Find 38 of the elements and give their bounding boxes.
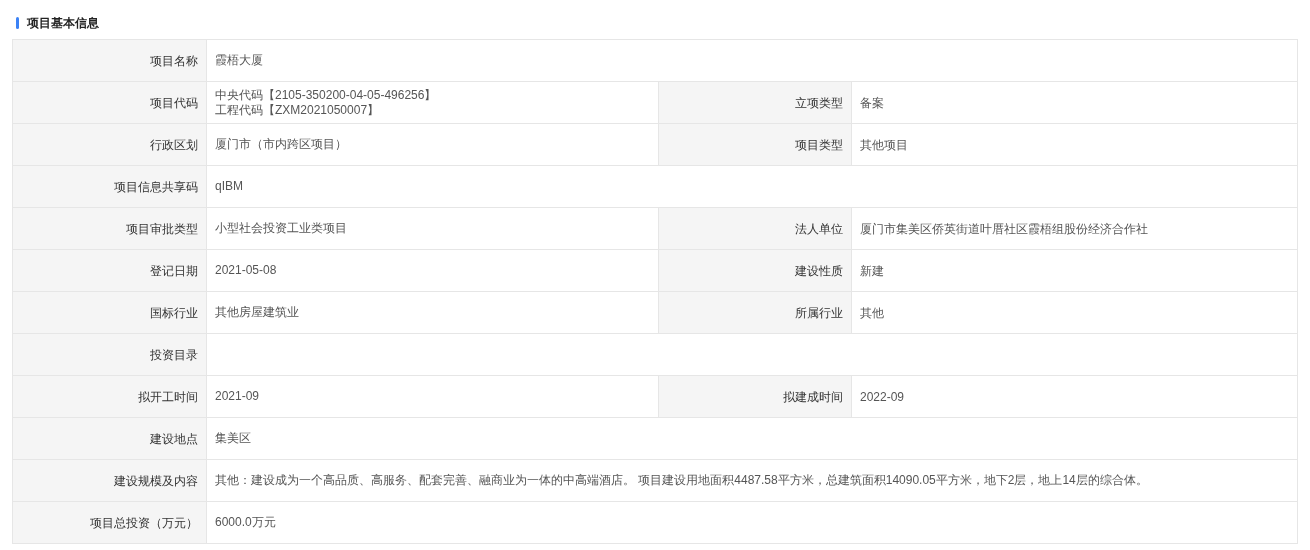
field-value: 2022-09 bbox=[860, 388, 905, 406]
field-label: 立项类型 bbox=[795, 94, 843, 112]
field-value: 其他：建设成为一个高品质、高服务、配套完善、融商业为一体的中高端酒店。 项目建设用地面积4487.58平方米，总建筑面积14090.05平方米，地下2层，地上14层的综合体。 bbox=[215, 473, 1149, 488]
field-label: 行政区划 bbox=[150, 136, 198, 154]
field-label: 项目代码 bbox=[150, 94, 198, 112]
field-value: 备案 bbox=[860, 94, 884, 112]
field-label: 法人单位 bbox=[795, 220, 843, 238]
field-value: 6000.0万元 bbox=[215, 515, 277, 530]
field-label: 项目名称 bbox=[150, 52, 198, 70]
field-value: 新建 bbox=[860, 262, 884, 280]
field-label: 项目审批类型 bbox=[126, 220, 198, 238]
field-label: 建设规模及内容 bbox=[114, 472, 198, 490]
field-value: 厦门市（市内跨区项目） bbox=[215, 137, 348, 152]
field-label: 投资目录 bbox=[150, 346, 198, 364]
field-value: 厦门市集美区侨英街道叶厝社区霞梧组股份经济合作社 bbox=[860, 220, 1148, 238]
field-value: 2021-05-08 bbox=[215, 263, 278, 278]
field-label: 国标行业 bbox=[150, 304, 198, 322]
field-label: 项目类型 bbox=[795, 136, 843, 154]
field-label: 建设性质 bbox=[795, 262, 843, 280]
field-label: 建设地点 bbox=[150, 430, 198, 448]
field-value: 中央代码【2105-350200-04-05-496256】 bbox=[215, 87, 438, 103]
field-label: 项目总投资（万元） bbox=[90, 514, 198, 532]
section-marker bbox=[16, 17, 19, 29]
field-label: 拟建成时间 bbox=[783, 388, 843, 406]
field-label: 所属行业 bbox=[795, 304, 843, 322]
field-value: 集美区 bbox=[215, 431, 252, 446]
field-value: 霞梧大厦 bbox=[215, 53, 264, 68]
field-value: 其他房屋建筑业 bbox=[215, 305, 300, 320]
field-value: 其他 bbox=[860, 304, 884, 322]
field-value: 2021-09 bbox=[215, 389, 261, 404]
field-value: qIBM bbox=[215, 179, 244, 194]
field-value: 工程代码【ZXM2021050007】 bbox=[215, 102, 381, 118]
field-value: 其他项目 bbox=[860, 136, 908, 154]
field-label: 登记日期 bbox=[150, 262, 198, 280]
field-label: 项目信息共享码 bbox=[114, 178, 198, 196]
section-title: 项目基本信息 bbox=[27, 15, 99, 32]
field-value: 小型社会投资工业类项目 bbox=[215, 221, 348, 236]
field-label: 拟开工时间 bbox=[138, 388, 198, 406]
